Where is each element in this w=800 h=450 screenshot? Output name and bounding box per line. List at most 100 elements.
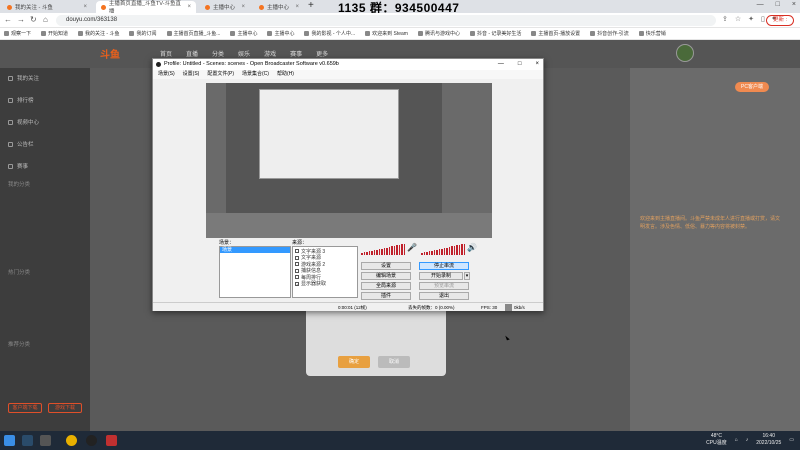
site-nav-item[interactable]: 直播 xyxy=(186,49,198,58)
bookmark-item[interactable]: 主播中心 xyxy=(230,30,257,37)
obs-logo-icon xyxy=(156,62,161,67)
sidebar-item-rank[interactable]: 排行榜 xyxy=(8,96,34,104)
settings-button[interactable]: 设置 xyxy=(361,262,411,270)
start-record-button[interactable]: 开始录制 xyxy=(419,272,463,280)
desktop-volume-meter[interactable] xyxy=(421,243,467,255)
douyu-favicon xyxy=(259,4,264,10)
source-checkbox[interactable] xyxy=(295,249,299,254)
share-icon[interactable]: ⇪ xyxy=(722,15,728,23)
tab-follow[interactable]: 我的关注 - 斗鱼 × xyxy=(2,1,92,13)
clock[interactable]: 16:40 2022/10/25 xyxy=(756,433,781,447)
preview-stream-button[interactable]: 预览串流 xyxy=(419,282,469,290)
site-nav-item[interactable]: 分类 xyxy=(212,49,224,58)
cancel-button[interactable]: 取消 xyxy=(378,356,410,368)
bookmark-item[interactable]: 我的关注 - 斗鱼 xyxy=(78,30,119,37)
update-button[interactable]: 更新 : xyxy=(765,15,794,26)
close-icon[interactable]: × xyxy=(295,4,299,10)
steam-icon[interactable] xyxy=(22,435,33,446)
star-icon[interactable]: ☆ xyxy=(735,15,741,23)
bookmark-icon xyxy=(41,31,47,36)
bookmark-item[interactable]: 观察一下 xyxy=(4,30,31,37)
sidebar-item-match[interactable]: 赛事 xyxy=(8,162,28,170)
sources-list[interactable]: 文字来源 3 文字来源 游戏来源 2 捕获信息 每周排行 ✓ 显示器获取 xyxy=(292,246,358,298)
client-download-button[interactable]: 客户端下载 xyxy=(8,403,42,413)
source-item[interactable]: ✓ 显示器获取 xyxy=(293,281,357,287)
minimize-icon[interactable]: — xyxy=(498,59,504,70)
close-icon[interactable]: × xyxy=(187,4,191,10)
bookmark-item[interactable]: 开始知道 xyxy=(41,30,68,37)
exit-button[interactable]: 退出 xyxy=(419,292,469,300)
close-icon[interactable]: × xyxy=(535,59,539,70)
back-icon[interactable]: ← xyxy=(4,15,12,24)
edit-scene-button[interactable]: 编辑场景 xyxy=(361,272,411,280)
network-icon[interactable]: ⌂ xyxy=(735,437,738,443)
bookmark-item[interactable]: 抖音创作-引流 xyxy=(590,30,629,37)
tab-streamer-center-2[interactable]: 主播中心 × xyxy=(254,1,304,13)
confirm-button[interactable]: 确定 xyxy=(338,356,370,368)
avatar[interactable] xyxy=(676,44,694,62)
new-tab-button[interactable]: + xyxy=(308,0,314,12)
site-nav-item[interactable]: 赛事 xyxy=(290,49,302,58)
tab-streamer-center[interactable]: 主播中心 × xyxy=(200,1,250,13)
tab-streamer-home[interactable]: 主播首页直播_斗鱼TV-斗鱼直播 × xyxy=(96,1,196,15)
app-icon[interactable] xyxy=(106,435,117,446)
source-checkbox[interactable] xyxy=(295,275,299,280)
home-icon[interactable]: ⌂ xyxy=(43,15,48,24)
maximize-icon[interactable]: □ xyxy=(518,59,522,70)
source-checkbox[interactable] xyxy=(295,268,299,273)
obs-menu-item[interactable]: 场景(S) xyxy=(158,70,175,79)
stop-stream-button[interactable]: 停止串流 xyxy=(419,262,469,270)
scene-item[interactable]: 场景 xyxy=(220,247,290,253)
volume-icon[interactable]: ♪ xyxy=(746,437,749,443)
pc-client-button[interactable]: PC客户端 xyxy=(735,82,769,92)
volume-bar xyxy=(363,252,366,255)
source-checkbox[interactable] xyxy=(295,262,299,267)
bookmark-item[interactable]: 主播首页直播_斗鱼... xyxy=(166,30,220,37)
bookmark-item[interactable]: 快乐营销 xyxy=(638,30,666,37)
plugins-button[interactable]: 插件 xyxy=(361,292,411,300)
obs-taskbar-icon[interactable] xyxy=(86,435,97,446)
reload-icon[interactable]: ↻ xyxy=(30,15,37,24)
sidebar-icon[interactable]: ▯ xyxy=(761,15,765,23)
source-checkbox[interactable] xyxy=(295,255,299,260)
sidebar-item-video[interactable]: 视频中心 xyxy=(8,118,39,126)
windows-start-icon[interactable] xyxy=(4,435,15,446)
bookmark-item[interactable]: 腾讯与游戏中心 xyxy=(417,30,460,37)
site-logo[interactable]: 斗鱼 xyxy=(100,46,120,61)
sidebar-item-follow[interactable]: 我的关注 xyxy=(8,74,39,82)
bookmark-item[interactable]: 主播首页-播放设置 xyxy=(531,30,580,37)
site-nav-item[interactable]: 首页 xyxy=(160,49,172,58)
url-input[interactable]: douyu.com/363138 xyxy=(56,15,716,26)
mic-volume-meter[interactable] xyxy=(361,243,407,255)
maximize-icon[interactable]: □ xyxy=(776,1,780,8)
obs-menu-item[interactable]: 配置文件(P) xyxy=(207,70,234,79)
site-nav-item[interactable]: 游戏 xyxy=(264,49,276,58)
extensions-icon[interactable]: ✦ xyxy=(748,15,754,23)
forward-icon[interactable]: → xyxy=(17,15,25,24)
bookmark-item[interactable]: 欢迎来到 Steam xyxy=(365,30,408,37)
close-icon[interactable]: × xyxy=(83,4,87,10)
global-sources-button[interactable]: 全局来源 xyxy=(361,282,411,290)
close-icon[interactable]: × xyxy=(241,4,245,10)
bookmark-item[interactable]: 我的订阅 xyxy=(129,30,157,37)
site-nav-item[interactable]: 娱乐 xyxy=(238,49,250,58)
sidebar-item-notice[interactable]: 公告栏 xyxy=(8,140,34,148)
site-nav-item[interactable]: 更多 xyxy=(316,49,328,58)
record-dropdown-icon[interactable]: ▾ xyxy=(464,272,470,280)
obs-menu-item[interactable]: 场景集合(C) xyxy=(242,70,269,79)
minimize-icon[interactable]: — xyxy=(757,1,764,8)
obs-menu-item[interactable]: 设置(S) xyxy=(183,70,200,79)
mic-icon[interactable]: 🎤 xyxy=(407,243,417,252)
source-checkbox[interactable]: ✓ xyxy=(295,281,299,286)
chrome-icon[interactable] xyxy=(66,435,77,446)
bookmark-item[interactable]: 抖音 - 记录美好生活 xyxy=(469,30,521,37)
close-icon[interactable]: × xyxy=(792,1,796,8)
file-explorer-icon[interactable] xyxy=(40,435,51,446)
speaker-icon[interactable]: 🔊 xyxy=(467,243,477,252)
scenes-list[interactable]: 场景 xyxy=(219,246,291,298)
bookmark-item[interactable]: 我的影视 - 个人中... xyxy=(304,30,355,37)
bookmark-item[interactable]: 主播中心 xyxy=(267,30,294,37)
obs-menu-item[interactable]: 帮助(H) xyxy=(277,70,294,79)
notification-icon[interactable]: ▭ xyxy=(789,437,794,443)
game-download-button[interactable]: 游戏下载 xyxy=(48,403,82,413)
